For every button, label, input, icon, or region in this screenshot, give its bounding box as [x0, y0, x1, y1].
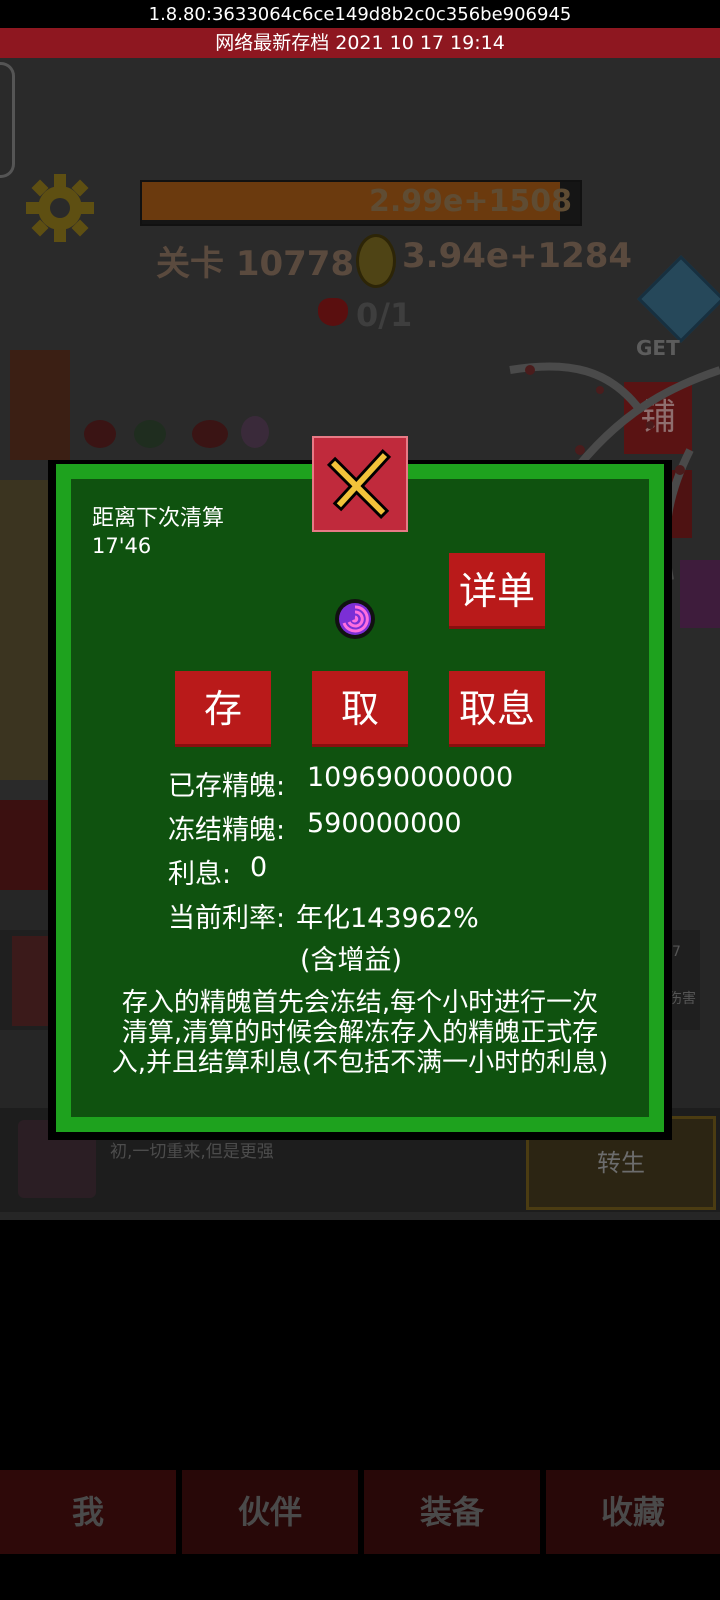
close-icon: [326, 449, 392, 519]
hp-value: 2.99e+1508: [369, 184, 572, 219]
enemy-group: [84, 416, 269, 448]
close-button[interactable]: [312, 436, 408, 532]
upgrade-row-icon: [12, 936, 52, 1026]
upgrade-row-level: 7: [672, 944, 681, 960]
interest-label: 利息:: [168, 859, 232, 890]
withdraw-button[interactable]: 取: [312, 671, 408, 747]
frozen-souls-value: 590000000: [307, 808, 462, 839]
interest-rate-value: 年化143962%: [296, 903, 479, 934]
nav-tab-equipment[interactable]: 装备: [364, 1470, 540, 1554]
party-characters: [0, 480, 50, 780]
upgrade-row-damage-label: 伤害: [668, 991, 696, 1007]
demon-icon: [318, 298, 348, 326]
saved-souls-label: 已存精魄:: [168, 771, 286, 802]
stage-label: 关卡 10778: [156, 244, 355, 284]
interest-value: 0: [250, 852, 268, 883]
settlement-timer-value: 17'46: [92, 534, 152, 558]
side-tab[interactable]: [0, 62, 15, 178]
rebirth-description: 初,一切重来,但是更强: [110, 1142, 274, 1162]
nav-tab-partner[interactable]: 伙伴: [182, 1470, 358, 1554]
details-button[interactable]: 详单: [449, 553, 545, 629]
soul-orb-icon: [335, 599, 375, 639]
withdraw-interest-button[interactable]: 取息: [449, 671, 545, 747]
version-text: 1.8.80:3633064c6ce149d8b2c0c356be906945: [0, 0, 720, 28]
cloud-save-banner: 网络最新存档 2021 10 17 19:14: [0, 28, 720, 58]
bank-description: 存入的精魄首先会冻结,每个小时进行一次清算,清算的时候会解冻存入的精魄正式存入,…: [111, 988, 609, 1078]
gear-icon[interactable]: [24, 172, 96, 244]
nav-tab-me[interactable]: 我: [0, 1470, 176, 1554]
coin-value: 3.94e+1284: [402, 236, 633, 276]
coin-icon: [356, 234, 396, 288]
saved-souls-value: 109690000000: [307, 762, 514, 793]
bonus-note: (含增益): [300, 945, 403, 976]
boomerang-item[interactable]: [0, 800, 50, 890]
frozen-souls-label: 冻结精魄:: [168, 815, 286, 846]
deposit-button[interactable]: 存: [175, 671, 271, 747]
settlement-timer-label: 距离下次清算: [92, 506, 225, 531]
boss-counter: 0/1: [356, 296, 413, 334]
hero-character: [10, 350, 70, 460]
nav-tab-collection[interactable]: 收藏: [546, 1470, 720, 1554]
interest-rate-label: 当前利率:: [168, 903, 286, 934]
